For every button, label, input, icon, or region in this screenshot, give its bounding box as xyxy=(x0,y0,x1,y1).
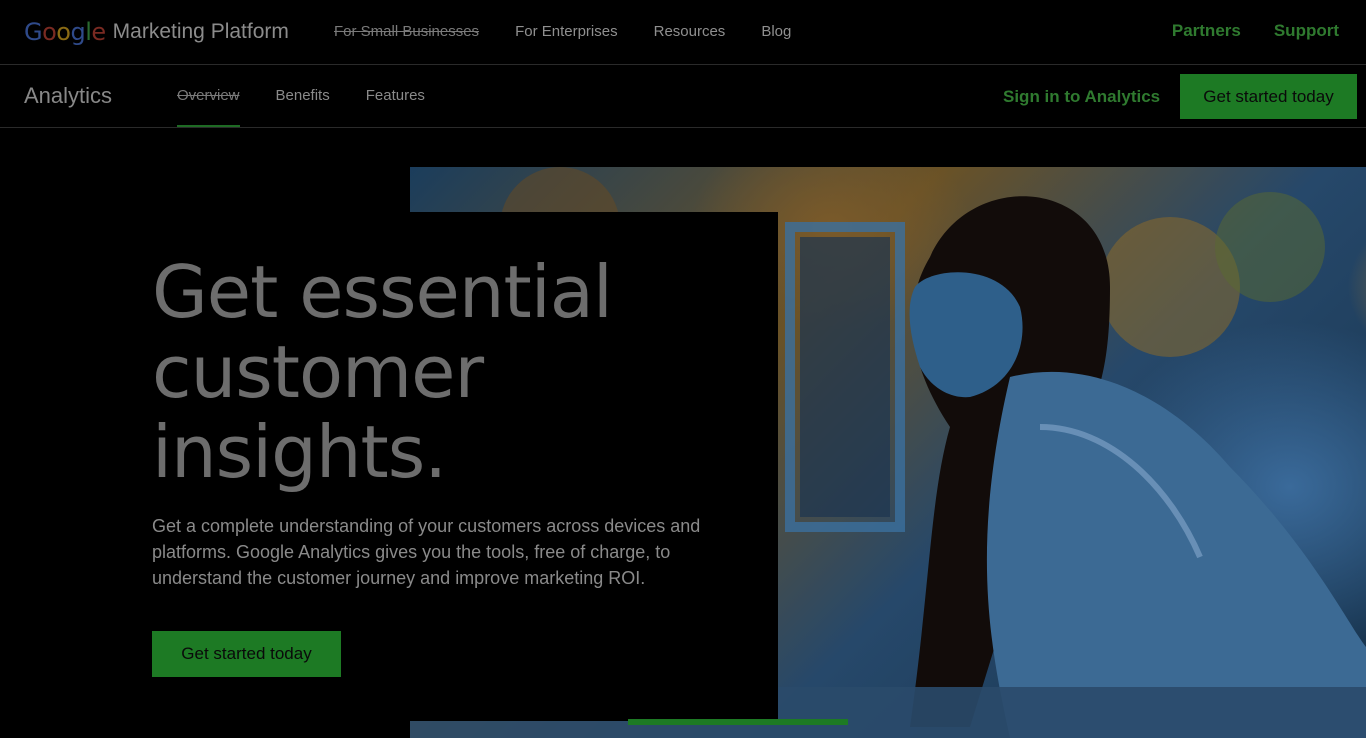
sign-in-link[interactable]: Sign in to Analytics xyxy=(1003,87,1160,107)
nav-resources[interactable]: Resources xyxy=(654,23,726,40)
top-bar: Google Marketing Platform For Small Busi… xyxy=(0,0,1366,65)
hero-title-line: insights. xyxy=(152,410,447,494)
tab-benefits[interactable]: Benefits xyxy=(276,65,330,127)
tab-features[interactable]: Features xyxy=(366,65,425,127)
hero-title-line: customer xyxy=(152,330,484,414)
tab-overview[interactable]: Overview xyxy=(177,65,240,127)
get-started-button-hero[interactable]: Get started today xyxy=(152,631,341,677)
get-started-button-header[interactable]: Get started today xyxy=(1180,74,1357,119)
product-tabs: Overview Benefits Features xyxy=(177,65,461,127)
google-wordmark: Google xyxy=(24,18,106,46)
hero-description: Get a complete understanding of your cus… xyxy=(152,516,701,588)
nav-blog[interactable]: Blog xyxy=(761,23,791,40)
product-nav-bar: Analytics Overview Benefits Features Sig… xyxy=(0,65,1366,128)
hero-title-line: Get essential xyxy=(152,250,613,334)
top-nav: For Small Businesses For Enterprises Res… xyxy=(334,23,827,40)
support-link[interactable]: Support xyxy=(1274,21,1339,41)
nav-enterprises[interactable]: For Enterprises xyxy=(515,23,618,40)
hero-title: Get essential customer insights. xyxy=(152,252,712,492)
brand-product-name: Marketing Platform xyxy=(112,20,289,43)
google-marketing-platform-logo[interactable]: Google Marketing Platform xyxy=(24,18,289,46)
secondary-cta-edge xyxy=(628,719,848,725)
nav-small-businesses[interactable]: For Small Businesses xyxy=(334,23,479,40)
top-right-links: Partners Support xyxy=(1139,21,1339,41)
partners-link[interactable]: Partners xyxy=(1172,21,1241,41)
product-title[interactable]: Analytics xyxy=(24,83,112,109)
